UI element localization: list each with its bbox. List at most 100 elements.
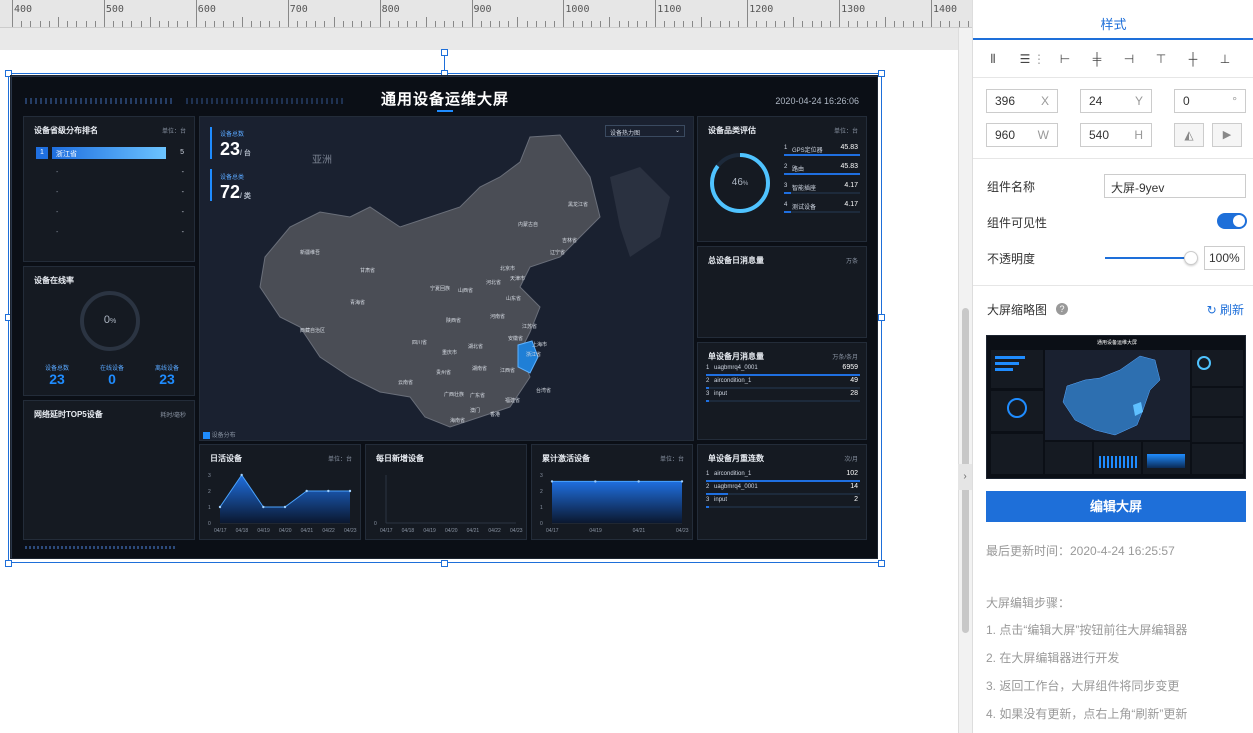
panel-title: 总设备日消息量	[708, 256, 764, 265]
step-item: 3. 返回工作台，大屏组件将同步变更	[986, 679, 1180, 693]
align-left-icon[interactable]: ⊢	[1057, 51, 1073, 67]
ruler-tick	[397, 21, 399, 27]
ruler-tick	[131, 21, 133, 27]
province-label: 青海省	[350, 300, 366, 306]
province-label: 浙江省	[526, 352, 542, 358]
rotation-field[interactable]: 0 °	[1174, 89, 1246, 113]
more-icon[interactable]: ⋮	[1033, 51, 1045, 67]
flip-vertical-button[interactable]: ▶	[1212, 123, 1242, 147]
rotate-handle[interactable]	[441, 49, 448, 56]
ruler-tick	[949, 21, 951, 27]
ruler-tick	[140, 21, 142, 27]
province-label: 广西壮族	[444, 392, 465, 398]
ruler-tick	[85, 21, 87, 27]
y-tick-label: 1	[208, 505, 211, 511]
ruler-tick	[333, 17, 335, 27]
resize-handle-s[interactable]	[441, 560, 448, 567]
align-right-icon[interactable]: ⊣	[1121, 51, 1137, 67]
align-top-icon[interactable]: ⊤	[1153, 51, 1169, 67]
opacity-slider-knob[interactable]	[1184, 251, 1198, 265]
panel-collapse-button[interactable]: ›	[958, 464, 972, 490]
ruler-tick	[103, 0, 105, 27]
rank-name: -	[56, 229, 59, 236]
visibility-toggle[interactable]	[1217, 213, 1247, 229]
panel-title: 设备品类评估	[708, 126, 756, 135]
canvas-scrollbar[interactable]	[958, 28, 972, 733]
refresh-link[interactable]: ↻ 刷新	[1207, 301, 1244, 318]
ruler-tick	[232, 21, 234, 27]
flip-horizontal-icon: ◭	[1184, 128, 1194, 142]
rank-value: -	[181, 229, 184, 236]
ruler-tick	[885, 17, 887, 27]
dashboard-component[interactable]: 通用设备运维大屏 2020-04-24 16:26:06 设备省级分布排名 单位…	[10, 75, 878, 559]
distribute-horizontal-icon[interactable]: ⫴	[985, 51, 1001, 67]
list-bar-fill	[706, 493, 728, 495]
align-center-h-icon[interactable]: ╪	[1089, 51, 1105, 67]
ruler-tick	[839, 0, 841, 27]
ruler-tick	[581, 21, 583, 27]
ruler-tick	[223, 21, 225, 27]
panel-title: 设备在线率	[34, 276, 74, 285]
list-rank: 2	[706, 378, 710, 384]
ruler-label: 1400	[933, 4, 958, 15]
component-name-input[interactable]: 大屏-9yev	[1104, 174, 1246, 198]
ruler-tick	[296, 21, 298, 27]
ruler-tick	[692, 21, 694, 27]
list-bar-fill	[706, 374, 860, 376]
ruler-tick	[204, 21, 206, 27]
province-label: 山东省	[506, 296, 522, 302]
resize-handle-ne[interactable]	[878, 70, 885, 77]
ruler-tick	[802, 21, 804, 27]
province-label: 吉林省	[562, 238, 578, 244]
list-track	[706, 400, 860, 402]
ruler-label: 600	[197, 4, 216, 15]
panel-monthly-msg: 单设备月消息量 万条/条月 1 uagbmrq4_0001 6959 2 aircond…	[697, 342, 867, 440]
ruler-tick	[829, 21, 831, 27]
province-label: 贵州省	[436, 370, 452, 376]
opacity-input[interactable]: 100%	[1204, 246, 1245, 270]
align-middle-v-icon[interactable]: ┼	[1185, 51, 1201, 67]
opacity-slider[interactable]	[1105, 257, 1191, 259]
x-field[interactable]: 396 X	[986, 89, 1058, 113]
ruler-tick	[489, 21, 491, 27]
ruler-tick	[186, 21, 188, 27]
step-item: 2. 在大屏编辑器进行开发	[986, 651, 1120, 665]
edit-dashboard-button[interactable]: 编辑大屏	[986, 491, 1246, 522]
ruler-tick	[508, 21, 510, 27]
width-field[interactable]: 960 W	[986, 123, 1058, 147]
ruler-tick	[480, 21, 482, 27]
ruler-tick	[94, 21, 96, 27]
steps-title: 大屏编辑步骤：	[986, 596, 1071, 610]
help-icon[interactable]: ?	[1056, 303, 1068, 315]
province-label: 四川省	[412, 340, 428, 346]
list-value: 45.83	[840, 144, 858, 151]
list-name: input	[714, 497, 728, 503]
list-bar-fill	[706, 506, 710, 508]
ruler-tick	[600, 21, 602, 27]
y-tick-label: 3	[208, 473, 211, 479]
flip-horizontal-button[interactable]: ◭	[1174, 123, 1204, 147]
map-mode-dropdown[interactable]: 设备热力图 ⌄	[605, 125, 685, 137]
ruler-tick	[636, 21, 638, 27]
resize-handle-e[interactable]	[878, 314, 885, 321]
dashboard-thumbnail[interactable]: 通用设备运维大屏	[986, 335, 1246, 479]
ruler-tick	[765, 21, 767, 27]
resize-handle-sw[interactable]	[5, 560, 12, 567]
province-label: 安徽省	[508, 336, 524, 342]
height-field[interactable]: 540 H	[1080, 123, 1152, 147]
y-field[interactable]: 24 Y	[1080, 89, 1152, 113]
data-point	[262, 505, 265, 509]
ruler-tick	[756, 21, 758, 27]
ruler-tick	[940, 21, 942, 27]
province-label: 湖北省	[468, 344, 484, 350]
dashboard-title: 通用设备运维大屏	[380, 91, 509, 108]
panel-online-rate: 设备在线率 0% 设备总数 23 在线设备 0 离线设备 23	[23, 266, 195, 396]
distribute-vertical-icon[interactable]: ☰	[1017, 51, 1033, 67]
align-bottom-icon[interactable]: ⊥	[1217, 51, 1233, 67]
china-mainland-shape	[259, 134, 601, 428]
ruler-tick	[627, 21, 629, 27]
tab-style[interactable]: 样式	[973, 0, 1253, 40]
resize-handle-se[interactable]	[878, 560, 885, 567]
ruler-tick	[526, 21, 528, 27]
ruler-tick	[857, 21, 859, 27]
